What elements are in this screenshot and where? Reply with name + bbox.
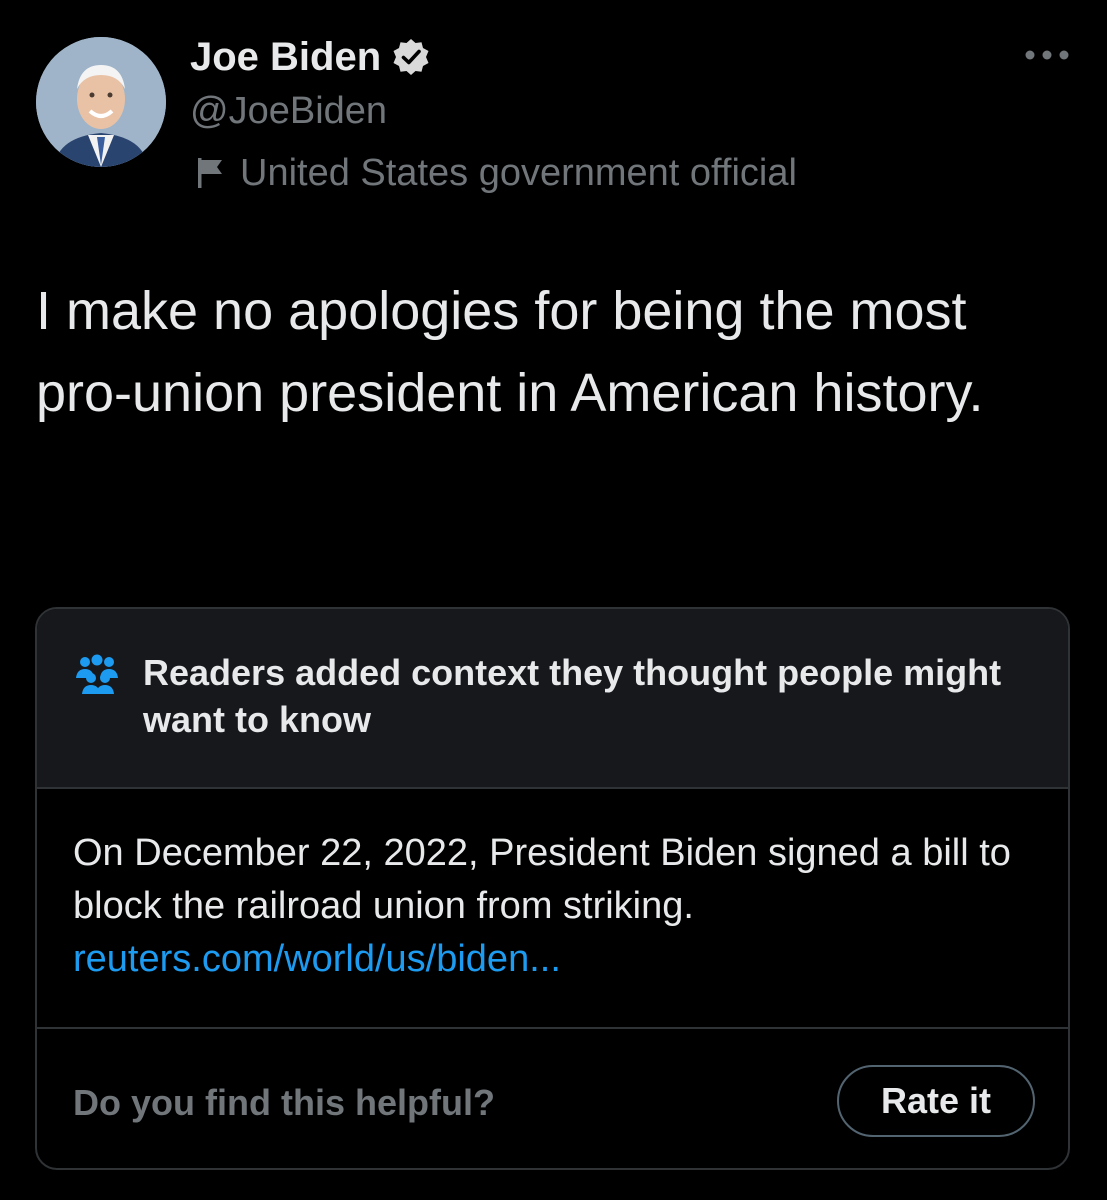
tweet-text: I make no apologies for being the most p…: [36, 281, 984, 423]
community-note: Readers added context they thought peopl…: [35, 607, 1070, 1170]
account-label[interactable]: United States government official: [192, 150, 797, 196]
author-name-row[interactable]: Joe Biden: [190, 32, 431, 82]
avatar[interactable]: [36, 37, 166, 167]
community-note-footer: Do you find this helpful? Rate it: [37, 1027, 1068, 1168]
community-note-body: On December 22, 2022, President Biden si…: [73, 827, 1053, 986]
community-note-title: Readers added context they thought peopl…: [143, 652, 1002, 740]
user-handle[interactable]: @JoeBiden: [190, 88, 387, 134]
community-note-text: On December 22, 2022, President Biden si…: [73, 832, 1011, 927]
more-options-icon[interactable]: [1024, 44, 1070, 66]
rate-it-button[interactable]: Rate it: [837, 1065, 1035, 1137]
account-label-text: United States government official: [240, 152, 797, 194]
people-icon: [76, 654, 118, 694]
display-name[interactable]: Joe Biden: [190, 32, 381, 82]
verified-badge-icon: [393, 39, 429, 75]
community-note-header: Readers added context they thought peopl…: [37, 609, 1068, 789]
source-link[interactable]: reuters.com/world/us/biden...: [73, 933, 1053, 986]
flag-icon: [198, 158, 222, 188]
helpful-prompt: Do you find this helpful?: [73, 1082, 495, 1123]
profile-photo: [36, 37, 166, 167]
